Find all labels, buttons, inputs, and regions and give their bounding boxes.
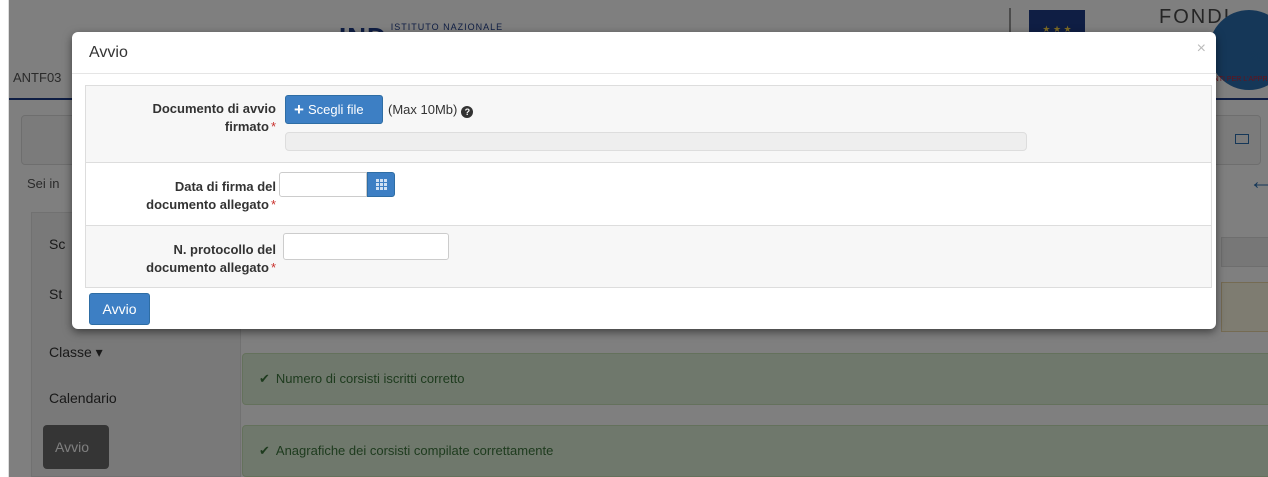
- modal-header: Avvio ×: [72, 32, 1216, 74]
- form-row-date: Data di firma del documento allegato *: [86, 163, 1211, 226]
- document-label-line2: firmato: [224, 119, 269, 134]
- form-row-protocol: N. protocollo del documento allegato *: [86, 226, 1211, 289]
- modal-title: Avvio: [89, 44, 128, 61]
- plus-icon: +: [294, 100, 304, 119]
- form-row-document: Documento di avvio firmato * + Scegli file…: [86, 86, 1211, 163]
- help-icon[interactable]: ?: [461, 106, 474, 118]
- avvio-modal: Avvio × Documento di avvio firmato * + Sce…: [72, 32, 1216, 329]
- avvio-form: Documento di avvio firmato * + Scegli file…: [85, 85, 1212, 288]
- application-window: INDISTITUTO NAZIONALE ★ ★ ★ FONDI 20 ENT…: [8, 0, 1268, 477]
- required-mark: *: [270, 119, 276, 134]
- selected-file-name: [285, 132, 1027, 151]
- calendar-icon: [376, 179, 387, 190]
- choose-file-button[interactable]: + Scegli file: [285, 95, 383, 124]
- protocol-label-line1: N. protocollo del: [173, 242, 276, 257]
- avvio-submit-button[interactable]: Avvio: [89, 293, 150, 325]
- document-label-line1: Documento di avvio: [152, 101, 276, 116]
- protocol-number-input[interactable]: [283, 233, 449, 260]
- date-label-line2: documento allegato: [146, 197, 269, 212]
- protocol-label-line2: documento allegato: [146, 260, 269, 275]
- required-mark: *: [270, 260, 276, 275]
- required-mark: *: [270, 197, 276, 212]
- calendar-button[interactable]: [367, 172, 395, 197]
- date-label-line1: Data di firma del: [174, 179, 276, 194]
- document-label: Documento di avvio firmato *: [86, 100, 276, 136]
- choose-file-label: Scegli file: [307, 102, 364, 117]
- signing-date-input[interactable]: [279, 172, 367, 197]
- max-size-note: (Max 10Mb)?: [388, 102, 474, 118]
- max-size-text: (Max 10Mb): [388, 102, 458, 117]
- close-icon[interactable]: ×: [1197, 40, 1206, 58]
- date-label: Data di firma del documento allegato *: [86, 178, 276, 214]
- protocol-label: N. protocollo del documento allegato *: [86, 241, 276, 277]
